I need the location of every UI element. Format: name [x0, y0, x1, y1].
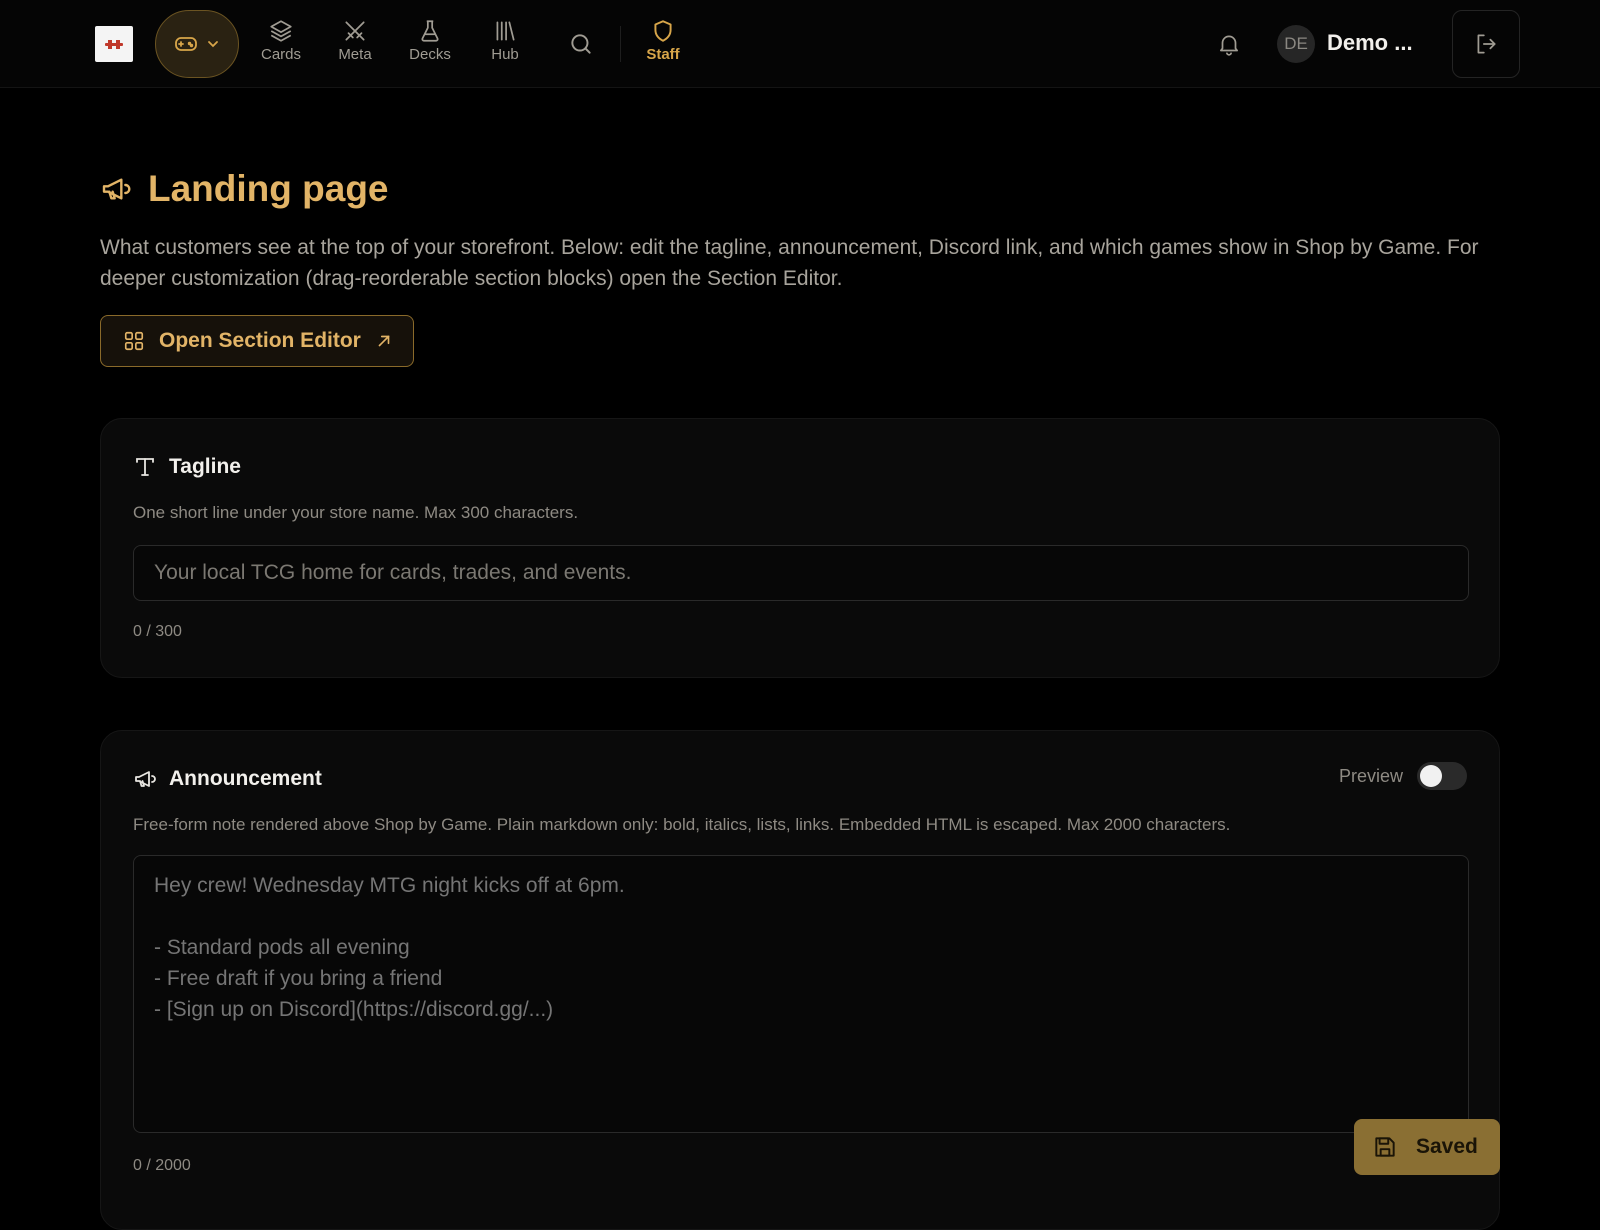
nav-label-meta: Meta: [338, 46, 372, 63]
saved-button[interactable]: Saved: [1354, 1119, 1500, 1175]
logout-icon: [1477, 34, 1496, 54]
saved-label: Saved: [1416, 1135, 1478, 1158]
preview-toggle[interactable]: [1417, 762, 1467, 790]
tagline-description: One short line under your store name. Ma…: [133, 503, 579, 522]
logo-mark: [105, 39, 123, 49]
preview-toggle-group: Preview: [1339, 762, 1467, 790]
library-icon: [496, 21, 515, 41]
gamepad-icon: [175, 37, 197, 51]
announcement-textarea[interactable]: [133, 855, 1469, 1133]
megaphone-icon: [102, 178, 131, 200]
store-logo[interactable]: [95, 26, 133, 62]
user-avatar[interactable]: DE: [1277, 25, 1315, 63]
text-type-icon: [136, 458, 154, 476]
announcement-title: Announcement: [169, 767, 322, 790]
nav-label-staff: Staff: [646, 46, 680, 63]
top-nav-bar: Cards Meta Decks Hub Staff DE Demo ...: [0, 0, 1600, 88]
bell-icon: [1220, 35, 1238, 56]
notifications-button[interactable]: [1212, 27, 1246, 61]
nav-divider: [620, 26, 621, 62]
shield-icon: [654, 20, 672, 42]
tagline-input[interactable]: [133, 545, 1469, 601]
user-name[interactable]: Demo ...: [1327, 30, 1413, 56]
logout-button[interactable]: [1452, 10, 1520, 78]
announcement-description: Free-form note rendered above Shop by Ga…: [133, 815, 1231, 834]
layers-icon: [270, 20, 292, 42]
nav-item-decks[interactable]: Decks: [399, 18, 461, 70]
page-header: Landing page: [100, 168, 389, 210]
nav-item-staff[interactable]: Staff: [632, 18, 694, 70]
save-icon: [1375, 1137, 1395, 1157]
page-description: What customers see at the top of your st…: [100, 236, 1479, 290]
arrow-up-right-icon: [378, 335, 390, 347]
grid-icon: [124, 331, 144, 351]
open-section-editor-button[interactable]: Open Section Editor: [100, 315, 414, 367]
game-switcher-button[interactable]: [155, 10, 239, 78]
chevron-down-icon: [208, 41, 218, 48]
tagline-card: Tagline One short line under your store …: [100, 418, 1500, 678]
search-button[interactable]: [564, 27, 598, 61]
megaphone-icon: [135, 771, 156, 787]
tagline-header: Tagline: [133, 455, 241, 479]
announcement-char-counter: 0 / 2000: [133, 1157, 191, 1174]
crossed-swords-icon: [345, 21, 365, 41]
nav-label-hub: Hub: [491, 46, 519, 63]
nav-item-cards[interactable]: Cards: [250, 18, 312, 70]
announcement-card: Announcement Preview Free-form note rend…: [100, 730, 1500, 1230]
toggle-knob: [1420, 765, 1442, 787]
open-editor-label: Open Section Editor: [159, 329, 361, 352]
nav-label-decks: Decks: [409, 46, 451, 63]
tagline-title: Tagline: [169, 455, 241, 478]
nav-item-hub[interactable]: Hub: [474, 18, 536, 70]
flask-icon: [421, 20, 439, 42]
page-title: Landing page: [148, 168, 389, 209]
tagline-char-counter: 0 / 300: [133, 623, 182, 640]
preview-label: Preview: [1338, 765, 1403, 786]
nav-item-meta[interactable]: Meta: [324, 18, 386, 70]
nav-label-cards: Cards: [260, 46, 301, 63]
announcement-header: Announcement: [133, 767, 322, 791]
search-icon: [571, 34, 591, 54]
